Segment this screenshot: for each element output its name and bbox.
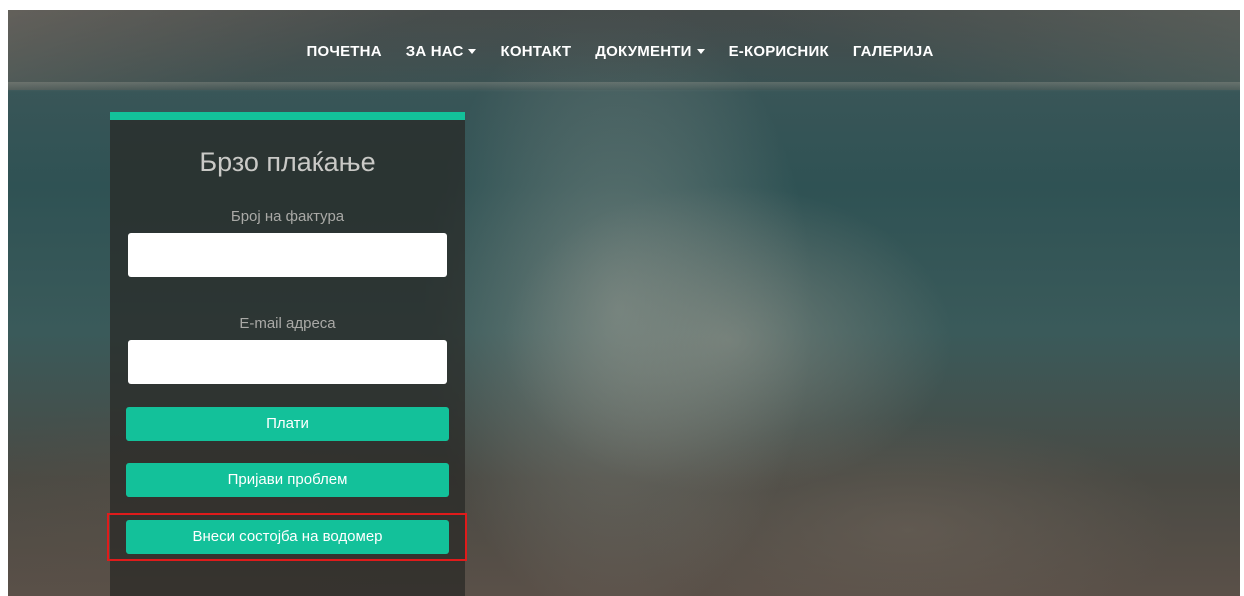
main-navigation: ПОЧЕТНА ЗА НАС КОНТАКТ ДОКУМЕНТИ Е-КОРИС… [8, 10, 1240, 94]
email-label: E-mail адреса [239, 315, 336, 332]
pay-button[interactable]: Плати [126, 407, 449, 441]
caret-down-icon [468, 49, 477, 54]
nav-item-e-user[interactable]: Е-КОРИСНИК [717, 43, 841, 60]
enter-meter-reading-button[interactable]: Внеси состојба на водомер [126, 520, 449, 554]
nav-item-home[interactable]: ПОЧЕТНА [295, 43, 394, 60]
nav-item-about[interactable]: ЗА НАС [394, 43, 489, 60]
caret-down-icon [696, 49, 705, 54]
nav-item-documents[interactable]: ДОКУМЕНТИ [583, 43, 716, 60]
quick-payment-panel: Брзо плаќање Број на фактура E-mail адре… [110, 112, 465, 596]
nav-item-contact[interactable]: КОНТАКТ [488, 43, 583, 60]
panel-title: Брзо плаќање [199, 147, 376, 177]
invoice-number-input[interactable] [128, 233, 447, 277]
invoice-number-label: Број на фактура [230, 208, 345, 225]
report-problem-button[interactable]: Пријави проблем [126, 463, 449, 497]
email-input[interactable] [128, 340, 447, 384]
nav-item-gallery[interactable]: ГАЛЕРИЈА [841, 43, 946, 60]
